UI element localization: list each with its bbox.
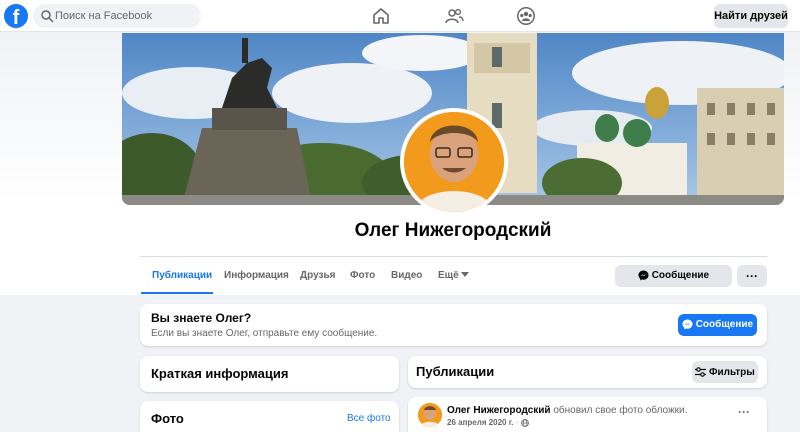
profile-name: Олег Нижегородский bbox=[354, 220, 552, 241]
post-author-avatar[interactable] bbox=[418, 403, 442, 427]
search-input[interactable] bbox=[55, 4, 195, 28]
post-meta: 26 апреля 2020 г. · bbox=[447, 418, 529, 427]
filters-button-label: Фильтры bbox=[708, 366, 755, 378]
active-tab-indicator bbox=[141, 292, 213, 294]
profile-more-button[interactable]: ··· bbox=[737, 265, 767, 287]
know-person-card: Вы знаете Олег? Если вы знаете Олег, отп… bbox=[140, 304, 767, 346]
home-icon[interactable] bbox=[371, 6, 391, 26]
tab-about[interactable]: Информация bbox=[224, 270, 289, 281]
top-navigation-bar: f Найти друзей bbox=[0, 0, 800, 32]
tab-photos[interactable]: Фото bbox=[350, 270, 375, 281]
photos-card-title: Фото bbox=[151, 411, 184, 426]
post-date[interactable]: 26 апреля 2020 г. bbox=[447, 418, 513, 427]
find-friends-button[interactable]: Найти друзей bbox=[714, 4, 788, 28]
intro-card: Краткая информация bbox=[140, 356, 399, 392]
search-icon bbox=[41, 10, 54, 23]
know-person-message-button[interactable]: Сообщение bbox=[678, 314, 757, 336]
tab-posts[interactable]: Публикации bbox=[152, 270, 212, 281]
globe-icon bbox=[520, 419, 529, 427]
intro-card-title: Краткая информация bbox=[151, 366, 289, 381]
know-person-subtitle: Если вы знаете Олег, отправьте ему сообщ… bbox=[151, 328, 378, 339]
message-button-label: Сообщение bbox=[651, 270, 710, 282]
message-button[interactable]: Сообщение bbox=[615, 265, 732, 287]
friends-icon[interactable] bbox=[444, 6, 464, 26]
all-photos-link[interactable]: Все фото bbox=[347, 413, 391, 424]
groups-icon[interactable] bbox=[516, 6, 536, 26]
post-author-name[interactable]: Олег Нижегородский bbox=[447, 405, 551, 416]
avatar-image bbox=[404, 112, 504, 212]
messenger-icon bbox=[638, 270, 649, 281]
post-card: Олег Нижегородский обновил свое фото обл… bbox=[408, 397, 767, 432]
tab-videos[interactable]: Видео bbox=[391, 270, 422, 281]
messenger-icon bbox=[682, 319, 693, 330]
search-box[interactable] bbox=[33, 4, 201, 28]
photos-card: Фото Все фото bbox=[140, 401, 399, 432]
tab-friends[interactable]: Друзья bbox=[300, 270, 335, 281]
filters-button[interactable]: Фильтры bbox=[692, 361, 758, 383]
post-header-line: Олег Нижегородский обновил свое фото обл… bbox=[447, 405, 687, 416]
know-person-title: Вы знаете Олег? bbox=[151, 311, 252, 325]
header-divider bbox=[140, 256, 767, 257]
tab-more[interactable]: Ещё bbox=[438, 270, 470, 281]
caret-down-icon bbox=[461, 272, 470, 278]
filters-icon bbox=[695, 367, 707, 377]
posts-header-card: Публикации Фильтры bbox=[408, 356, 767, 388]
post-more-button[interactable]: ··· bbox=[738, 405, 750, 419]
post-avatar-image bbox=[418, 403, 442, 427]
facebook-logo[interactable]: f bbox=[4, 4, 28, 28]
know-person-message-label: Сообщение bbox=[695, 319, 754, 331]
profile-avatar[interactable] bbox=[400, 108, 508, 216]
post-action-text: обновил свое фото обложки. bbox=[553, 405, 688, 416]
posts-card-title: Публикации bbox=[416, 364, 495, 379]
tab-more-label: Ещё bbox=[438, 270, 459, 281]
post-meta-separator: · bbox=[515, 418, 519, 427]
